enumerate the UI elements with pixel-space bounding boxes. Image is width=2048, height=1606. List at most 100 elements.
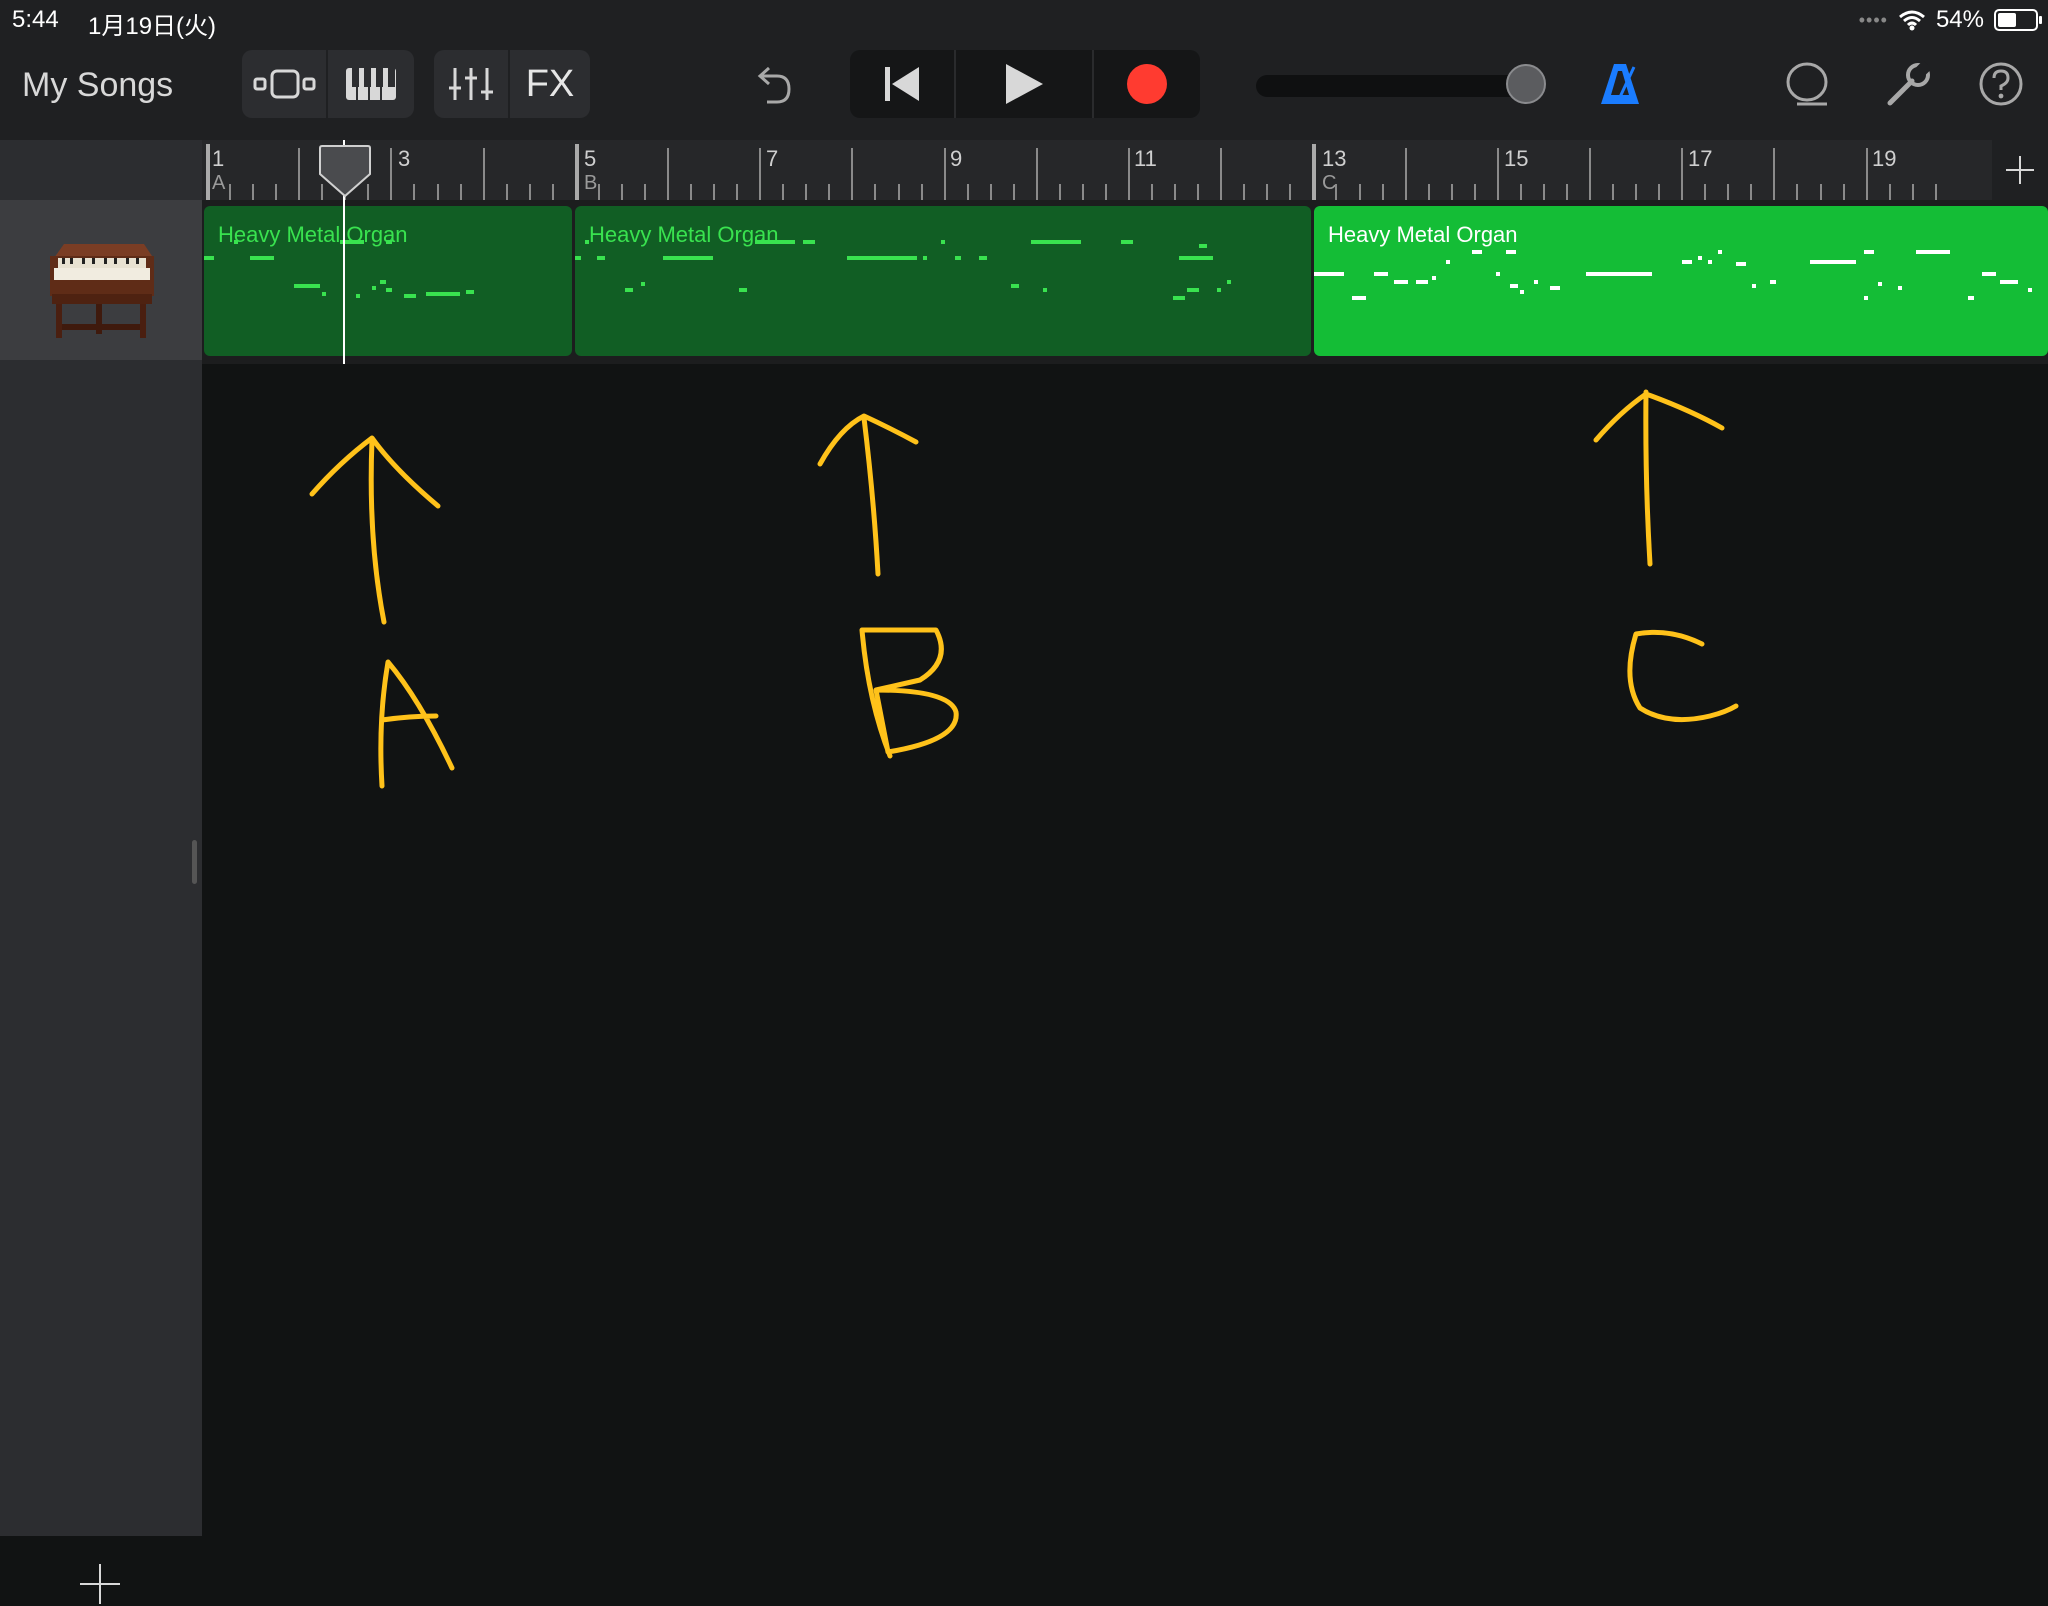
ruler-bar-label: 17 xyxy=(1688,146,1713,171)
ruler-tick xyxy=(1335,184,1338,200)
loop-icon xyxy=(1786,62,1828,106)
rewind-button[interactable] xyxy=(850,50,954,118)
ruler-tick xyxy=(1081,184,1084,200)
midi-note xyxy=(663,256,713,260)
ruler-tick xyxy=(1289,184,1292,200)
midi-note xyxy=(1510,284,1518,288)
ruler-bar-label: 9 xyxy=(950,146,963,171)
add-track-button[interactable] xyxy=(78,1562,122,1606)
ruler-tick xyxy=(1865,148,1868,200)
settings-button[interactable] xyxy=(1874,50,1944,118)
ruler-tick xyxy=(551,184,554,200)
playhead-handle[interactable] xyxy=(318,144,372,198)
track-header-organ[interactable] xyxy=(0,200,202,360)
ruler-tick xyxy=(1565,184,1568,200)
midi-note xyxy=(1314,272,1344,276)
track-controls-button[interactable] xyxy=(434,50,508,118)
add-section-button[interactable] xyxy=(1992,140,2048,200)
ruler-tick xyxy=(1589,148,1591,200)
midi-note xyxy=(1472,250,1482,254)
midi-note xyxy=(1179,256,1213,260)
ruler-tick xyxy=(597,184,600,200)
settings-wrench-icon xyxy=(1887,61,1932,106)
ruler-tick xyxy=(828,184,831,200)
scroll-indicator[interactable] xyxy=(192,840,197,884)
letter-b-annotation xyxy=(859,627,959,759)
tracks-view-button[interactable] xyxy=(242,50,326,118)
transport-group xyxy=(850,50,1200,118)
midi-note xyxy=(1736,262,1746,266)
midi-note xyxy=(847,256,917,260)
ruler-tick xyxy=(298,148,301,200)
undo-button[interactable] xyxy=(740,50,810,118)
ruler-tick xyxy=(1058,184,1061,200)
status-bar: 5:44 1月19日(火) •••• 54% xyxy=(0,0,2048,40)
ruler-tick xyxy=(1819,184,1822,200)
help-button[interactable] xyxy=(1966,50,2036,118)
view-switch-group xyxy=(242,50,414,118)
play-icon xyxy=(1006,64,1043,104)
ruler-tick xyxy=(482,148,485,200)
midi-note xyxy=(1187,288,1199,292)
my-songs-button[interactable]: My Songs xyxy=(22,66,173,105)
timeline-ruler[interactable]: 1 3 5 7 9 11 13 15 17 19 A B C xyxy=(202,140,1992,200)
record-icon xyxy=(1127,64,1167,104)
tracks-view-icon xyxy=(253,69,316,99)
metronome-icon xyxy=(1601,64,1639,104)
region-c[interactable]: Heavy Metal Organ xyxy=(1314,206,2048,356)
instrument-keyboard-icon xyxy=(346,68,396,100)
ruler-tick xyxy=(851,148,854,200)
midi-note xyxy=(1416,280,1428,284)
region-name: Heavy Metal Organ xyxy=(1328,222,1518,247)
midi-note xyxy=(1199,244,1207,248)
arrow-b-annotation xyxy=(817,413,919,577)
ruler-tick xyxy=(505,184,508,200)
midi-note xyxy=(1173,296,1185,300)
midi-note xyxy=(1217,288,1221,292)
midi-note xyxy=(1031,240,1081,244)
midi-note xyxy=(1682,260,1692,264)
ruler-tick xyxy=(436,184,439,200)
battery-icon xyxy=(1994,9,2042,31)
ruler-tick xyxy=(1450,184,1453,200)
ruler-tick xyxy=(1911,184,1914,200)
midi-note xyxy=(380,280,386,284)
ruler-bar-label: 3 xyxy=(398,146,411,171)
status-time: 5:44 xyxy=(12,6,59,33)
ruler-tick xyxy=(528,184,531,200)
play-button[interactable] xyxy=(956,50,1092,118)
loop-browser-button[interactable] xyxy=(1772,50,1842,118)
ruler-tick xyxy=(1704,184,1707,200)
midi-note xyxy=(739,288,747,292)
ruler-tick xyxy=(897,184,900,200)
midi-note xyxy=(1916,250,1950,254)
plus-icon xyxy=(2006,156,2034,184)
midi-note xyxy=(1496,272,1500,276)
fx-icon: FX xyxy=(525,62,575,105)
arrow-c-annotation xyxy=(1593,389,1725,567)
ruler-tick xyxy=(1312,144,1317,200)
midi-note xyxy=(1520,290,1524,294)
midi-note xyxy=(1810,260,1856,264)
metronome-button[interactable] xyxy=(1585,50,1655,118)
fx-button[interactable]: FX xyxy=(510,50,590,118)
help-icon xyxy=(1979,62,2023,106)
midi-note xyxy=(1352,296,1366,300)
region-name: Heavy Metal Organ xyxy=(589,222,779,247)
ruler-tick xyxy=(736,184,739,200)
ruler-tick xyxy=(620,184,623,200)
record-button[interactable] xyxy=(1094,50,1200,118)
ruler-bar-label: 1 xyxy=(212,146,225,171)
ruler-bar-label: 19 xyxy=(1872,146,1897,171)
ruler-tick xyxy=(1773,148,1776,200)
midi-note xyxy=(803,240,815,244)
ruler-tick xyxy=(1496,148,1499,200)
midi-note xyxy=(979,256,987,260)
instrument-view-button[interactable] xyxy=(328,50,414,118)
status-date: 1月19日(火) xyxy=(88,13,217,40)
master-volume-slider[interactable] xyxy=(1256,75,1526,97)
master-volume-knob[interactable] xyxy=(1506,64,1546,104)
ruler-tick xyxy=(1151,184,1154,200)
region-a[interactable]: Heavy Metal Organ xyxy=(204,206,572,356)
region-b[interactable]: Heavy Metal Organ xyxy=(575,206,1311,356)
